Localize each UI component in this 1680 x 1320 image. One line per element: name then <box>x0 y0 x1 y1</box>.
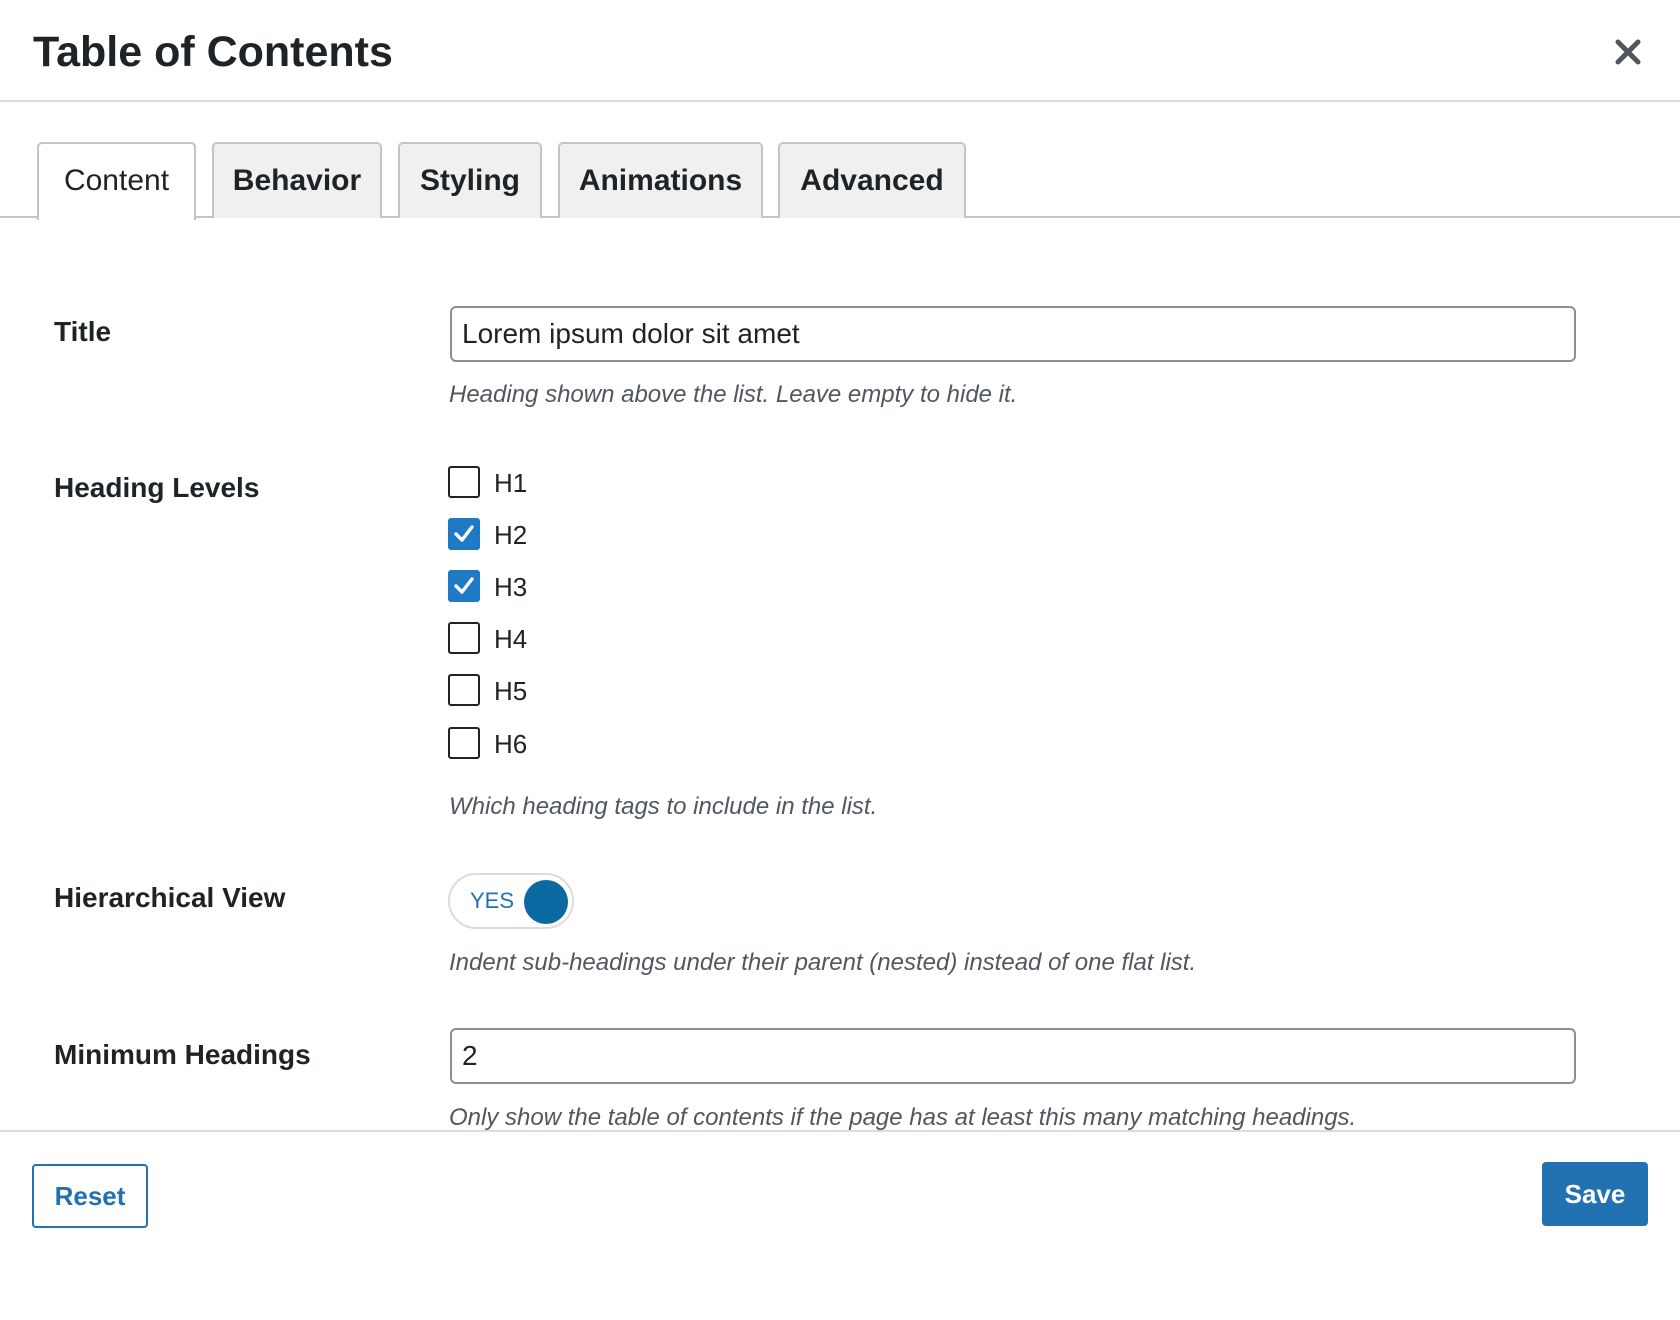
checkbox-label: H5 <box>494 676 528 706</box>
modal-footer: Reset Save <box>0 1130 1680 1320</box>
hierarchical-view-label: Hierarchical View <box>54 882 286 913</box>
checkbox-box[interactable] <box>448 727 480 759</box>
modal-body: Title Lorem ipsum dolor sit amet Heading… <box>0 220 1680 1130</box>
modal-header: Table of Contents <box>0 0 1680 102</box>
minimum-headings-value: 2 <box>462 1040 478 1071</box>
hierarchical-view-help-text: Indent sub-headings under their parent (… <box>449 949 1197 976</box>
tab-bar: Content Behavior Styling Animations Adva… <box>0 102 1680 220</box>
save-button[interactable]: Save <box>1542 1162 1648 1226</box>
toggle-state-text: YES <box>470 888 515 913</box>
toggle-knob <box>524 880 568 924</box>
minimum-headings-help-text: Only show the table of contents if the p… <box>449 1104 1357 1130</box>
checkmark-icon <box>454 525 474 542</box>
checkbox-label: H2 <box>494 520 528 550</box>
hierarchical-view-toggle[interactable]: YES <box>448 873 574 929</box>
checkmark-icon <box>454 577 474 594</box>
toc-settings-modal: Table of Contents Content Behavior Styli… <box>0 0 1680 1320</box>
title-input[interactable]: Lorem ipsum dolor sit amet <box>450 306 1576 362</box>
checkbox-label: H4 <box>494 624 528 654</box>
title-label: Title <box>54 316 112 347</box>
tab-styling[interactable]: Styling <box>398 142 542 218</box>
checkbox-box[interactable] <box>448 570 480 602</box>
checkbox-box[interactable] <box>448 466 480 498</box>
checkbox-box[interactable] <box>448 622 480 654</box>
tab-animations[interactable]: Animations <box>558 142 763 218</box>
checkbox-box[interactable] <box>448 674 480 706</box>
close-button[interactable] <box>1604 28 1652 76</box>
modal-title: Table of Contents <box>33 28 393 76</box>
checkbox-box[interactable] <box>448 518 480 550</box>
title-help-text: Heading shown above the list. Leave empt… <box>449 381 1018 408</box>
tab-content[interactable]: Content <box>37 142 196 220</box>
minimum-headings-input[interactable]: 2 <box>450 1028 1576 1084</box>
reset-button[interactable]: Reset <box>32 1164 148 1228</box>
heading-levels-label: Heading Levels <box>54 472 260 503</box>
close-icon <box>1615 39 1641 65</box>
tab-behavior[interactable]: Behavior <box>212 142 382 218</box>
checkbox-label: H6 <box>494 729 528 759</box>
checkbox-label: H1 <box>494 468 528 498</box>
heading-levels-help-text: Which heading tags to include in the lis… <box>449 793 878 820</box>
tab-advanced[interactable]: Advanced <box>778 142 966 218</box>
checkbox-label: H3 <box>494 572 528 602</box>
minimum-headings-label: Minimum Headings <box>54 1039 311 1070</box>
